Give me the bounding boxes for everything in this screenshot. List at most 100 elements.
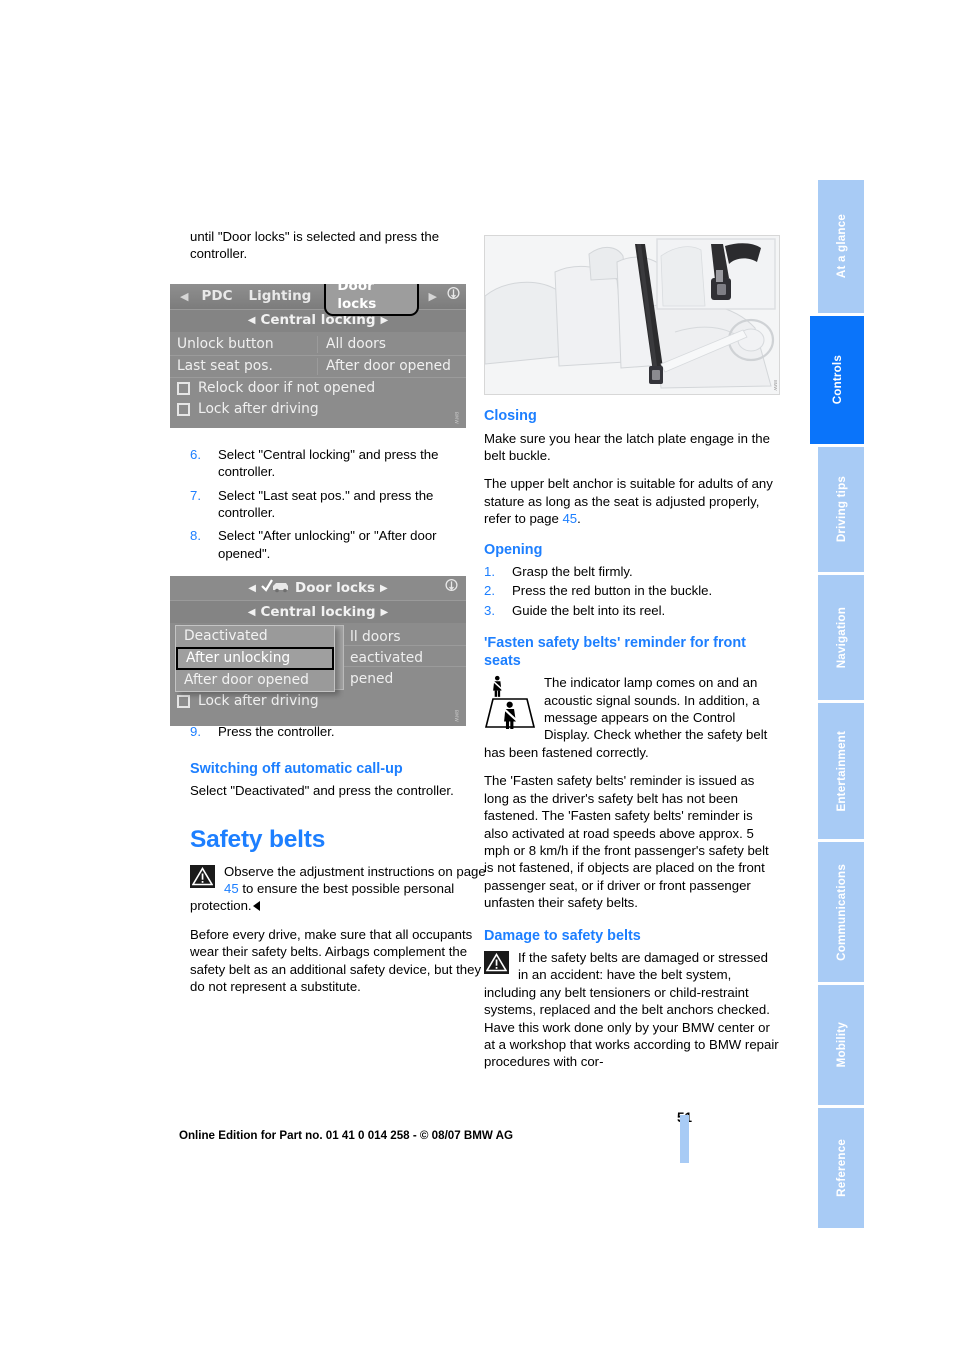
dropdown-option-deactivated[interactable]: Deactivated — [176, 626, 334, 647]
idrive-checkbox-lock-after-driving[interactable]: Lock after driving — [170, 399, 466, 420]
step-item: 7. Select "Last seat pos." and press the… — [190, 487, 486, 522]
gear-icon[interactable] — [446, 286, 461, 307]
row-value: All doors — [317, 335, 466, 354]
idrive-breadcrumb-central-locking: ◀ Central locking ▶ — [170, 600, 466, 624]
step-text: Grasp the belt firmly. — [512, 564, 633, 580]
gear-icon[interactable] — [444, 578, 459, 599]
steps-list-6-8: 6. Select "Central locking" and press th… — [190, 446, 486, 562]
closing-p2-pre: The upper belt anchor is suitable for ad… — [484, 476, 773, 527]
warning-text-pre: Observe the adjustment instructions on p… — [224, 863, 486, 879]
seat-belt-reminder-icon — [484, 675, 536, 730]
crumb-label: Central locking — [260, 603, 376, 620]
steps-list-9: 9. Press the controller. — [190, 723, 486, 740]
step-number: 2. — [484, 583, 495, 599]
row-divider — [342, 666, 466, 668]
page-reference-45[interactable]: 45 — [562, 511, 577, 526]
tab-navigation[interactable]: Navigation — [818, 575, 864, 700]
step-item: 6. Select "Central locking" and press th… — [190, 446, 486, 481]
right-text-column: Closing Make sure you hear the latch pla… — [484, 408, 780, 1082]
check-car-icon — [261, 578, 289, 598]
checkbox-label: Lock after driving — [198, 400, 319, 417]
menu-item-lighting[interactable]: Lighting — [248, 288, 311, 305]
tab-communications[interactable]: Communications — [818, 842, 864, 982]
step-item: 3. Guide the belt into its reel. — [484, 602, 780, 619]
row-key: Last seat pos. — [177, 357, 273, 374]
intro-paragraph: until "Door locks" is selected and press… — [190, 229, 440, 262]
step-text: Press the controller. — [218, 724, 335, 740]
tab-label: Communications — [834, 863, 848, 961]
crumb-right-arrow-icon: ▶ — [380, 606, 389, 618]
row-value: After door opened — [317, 357, 466, 376]
figure-watermark: BMW — [773, 380, 778, 391]
step-text: Select "After unlocking" or "After door … — [218, 528, 437, 561]
idrive-row-last-seat-pos[interactable]: Last seat pos. After door opened — [170, 356, 466, 378]
idrive-top-menu-bar: ◀ PDC Lighting Door locks ▶ — [170, 283, 466, 317]
dropdown-last-seat-pos-options[interactable]: Deactivated After unlocking After door o… — [175, 625, 335, 693]
step-item: 2. Press the red button in the buckle. — [484, 582, 780, 599]
tab-label: Mobility — [834, 1022, 848, 1068]
heading-switching-off-automatic-callup: Switching off automatic call-up — [190, 760, 403, 777]
tab-controls[interactable]: Controls — [810, 316, 864, 444]
idrive-checkbox-relock-door[interactable]: Relock door if not opened — [170, 378, 466, 399]
checkbox-icon[interactable] — [177, 402, 190, 416]
crumb-left-arrow-icon: ◀ — [248, 582, 256, 594]
tab-mobility[interactable]: Mobility — [818, 985, 864, 1105]
step-text: Press the red button in the buckle. — [512, 583, 713, 599]
page-number: 51 — [0, 1110, 692, 1125]
idrive-row-unlock-button[interactable]: Unlock button All doors — [170, 334, 466, 356]
closing-p2-post: . — [577, 511, 581, 527]
end-of-warning-marker-icon — [252, 901, 260, 912]
page-reference-45[interactable]: 45 — [224, 881, 239, 896]
warning-triangle-icon — [484, 951, 509, 975]
step-number: 8. — [190, 528, 201, 544]
dropdown-option-after-door-opened[interactable]: After door opened — [176, 670, 334, 691]
warning-damage-to-belts: If the safety belts are damaged or stres… — [484, 949, 780, 1071]
row-divider — [342, 645, 466, 647]
safety-belts-body: Before every drive, make sure that all o… — [190, 926, 482, 994]
menu-item-pdc[interactable]: PDC — [201, 288, 232, 305]
step-text: Select "Last seat pos." and press the co… — [218, 487, 434, 521]
behind-value-all-doors: ll doors — [350, 629, 401, 646]
figure-watermark: BMW — [453, 411, 458, 424]
checkbox-icon[interactable] — [177, 695, 190, 709]
page-title-safety-belts: Safety belts — [190, 825, 326, 853]
step-number: 1. — [484, 564, 495, 580]
tab-label: Entertainment — [834, 730, 848, 812]
checkbox-icon[interactable] — [177, 381, 190, 395]
footer-text: Online Edition for Part no. 01 41 0 014 … — [178, 1129, 514, 1142]
figure-seat-belt-interior: BMW — [484, 235, 780, 395]
menu-item-door-locks-selected[interactable]: Door locks — [324, 283, 419, 317]
next-arrow-icon[interactable]: ▶ — [429, 288, 437, 305]
step-item: 9. Press the controller. — [190, 723, 486, 740]
heading-opening: Opening — [484, 541, 543, 558]
left-text-column: until "Door locks" is selected and press… — [170, 228, 486, 1006]
tab-at-a-glance[interactable]: At a glance — [818, 180, 864, 313]
idrive-title-door-locks: ◀ Door locks ▶ — [170, 576, 466, 601]
manual-page: until "Door locks" is selected and press… — [0, 0, 954, 1350]
step-number: 3. — [484, 602, 495, 618]
tab-label: Driving tips — [834, 476, 848, 543]
step-item: 1. Grasp the belt firmly. — [484, 563, 780, 580]
idrive-title-label: Door locks — [294, 579, 376, 596]
idrive-checkbox-lock-after-driving[interactable]: Lock after driving — [170, 691, 319, 712]
reminder-paragraph-2: The 'Fasten safety belts' reminder is is… — [484, 773, 769, 911]
idrive-dropdown-area: ll doors eactivated pened Deactivated Af… — [170, 623, 466, 727]
behind-value-opened: pened — [350, 671, 394, 688]
heading-fasten-safety-belts-reminder: 'Fasten safety belts' reminder for front… — [484, 635, 746, 669]
step-number: 9. — [190, 724, 201, 740]
prev-arrow-icon[interactable]: ◀ — [180, 288, 188, 305]
heading-damage-to-safety-belts: Damage to safety belts — [484, 927, 641, 944]
crumb-left-arrow-icon: ◀ — [247, 606, 256, 618]
tab-reference[interactable]: Reference — [818, 1108, 864, 1228]
tab-entertainment[interactable]: Entertainment — [818, 703, 864, 839]
idrive-breadcrumb-central-locking: ◀ Central locking ▶ — [170, 308, 466, 332]
dropdown-option-after-unlocking-selected[interactable]: After unlocking — [176, 647, 334, 671]
tab-label: Controls — [830, 355, 844, 405]
tab-driving-tips[interactable]: Driving tips — [818, 447, 864, 572]
step-text: Select "Central locking" and press the c… — [218, 446, 439, 480]
reminder-indicator-block: The indicator lamp comes on and an acous… — [484, 674, 780, 761]
idrive-settings-list: Unlock button All doors Last seat pos. A… — [170, 331, 466, 428]
crumb-left-arrow-icon: ◀ — [247, 315, 256, 327]
behind-value-deactivated: eactivated — [350, 650, 424, 667]
step-item: 8. Select "After unlocking" or "After do… — [190, 527, 486, 562]
